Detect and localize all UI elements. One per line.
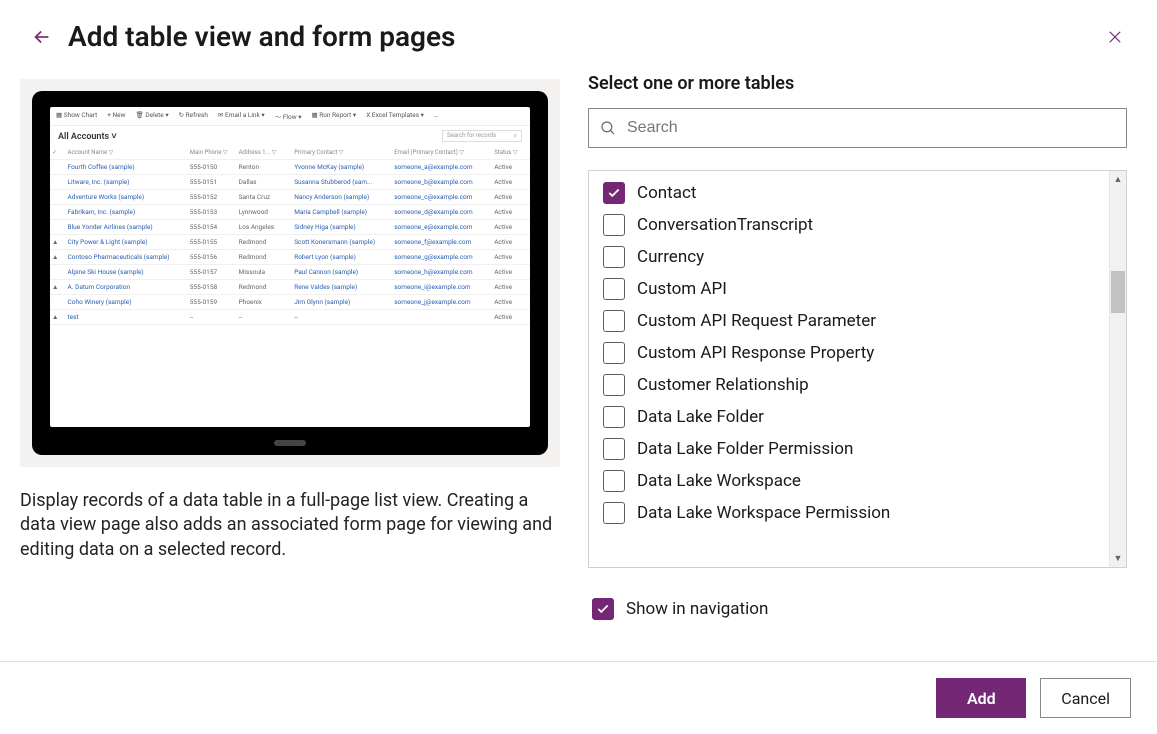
table-item-checkbox[interactable] xyxy=(603,374,625,396)
scroll-thumb[interactable] xyxy=(1111,271,1125,313)
table-item[interactable]: Custom API Response Property xyxy=(589,337,1109,369)
table-item[interactable]: Data Lake Workspace Permission xyxy=(589,497,1109,529)
table-item-checkbox[interactable] xyxy=(603,182,625,204)
table-item-label: Customer Relationship xyxy=(637,375,809,395)
table-item-label: ConversationTranscript xyxy=(637,215,813,235)
scrollbar[interactable]: ▲ ▼ xyxy=(1109,171,1126,567)
table-item-checkbox[interactable] xyxy=(603,470,625,492)
table-item[interactable]: Currency xyxy=(589,241,1109,273)
back-button[interactable] xyxy=(28,23,56,51)
table-item-checkbox[interactable] xyxy=(603,342,625,364)
table-item-label: Contact xyxy=(637,183,696,203)
table-item-label: Currency xyxy=(637,247,704,267)
show-in-navigation-label: Show in navigation xyxy=(626,599,768,619)
table-list: Contact ConversationTranscript Currency Cus… xyxy=(589,171,1109,567)
table-item-label: Custom API Response Property xyxy=(637,343,874,363)
section-label: Select one or more tables xyxy=(588,73,1127,94)
table-item-label: Custom API Request Parameter xyxy=(637,311,876,331)
search-box[interactable] xyxy=(588,108,1127,148)
table-item-checkbox[interactable] xyxy=(603,502,625,524)
search-input[interactable] xyxy=(625,118,1116,138)
table-item-label: Data Lake Workspace xyxy=(637,471,801,491)
table-item-checkbox[interactable] xyxy=(603,214,625,236)
preview-thumbnail: ▦ Show Chart + New 🗑 Delete ▾ ↻ Refresh … xyxy=(20,79,560,467)
table-item-checkbox[interactable] xyxy=(603,406,625,428)
arrow-left-icon xyxy=(31,26,53,48)
show-in-navigation-option[interactable]: Show in navigation xyxy=(588,598,1127,620)
table-item-checkbox[interactable] xyxy=(603,310,625,332)
table-item[interactable]: ConversationTranscript xyxy=(589,209,1109,241)
table-item-label: Data Lake Folder xyxy=(637,407,764,427)
table-item[interactable]: Contact xyxy=(589,177,1109,209)
table-item[interactable]: Custom API Request Parameter xyxy=(589,305,1109,337)
scroll-down-icon[interactable]: ▼ xyxy=(1110,550,1126,567)
checkmark-icon xyxy=(607,186,621,200)
checkmark-icon xyxy=(596,602,610,616)
table-item[interactable]: Data Lake Workspace xyxy=(589,465,1109,497)
cancel-button[interactable]: Cancel xyxy=(1040,678,1131,718)
dialog-title: Add table view and form pages xyxy=(68,20,1101,53)
close-button[interactable] xyxy=(1101,23,1129,51)
close-icon xyxy=(1106,28,1124,46)
table-item-label: Data Lake Folder Permission xyxy=(637,439,853,459)
table-item[interactable]: Customer Relationship xyxy=(589,369,1109,401)
scroll-up-icon[interactable]: ▲ xyxy=(1110,171,1126,188)
search-icon xyxy=(599,119,617,137)
table-item[interactable]: Custom API xyxy=(589,273,1109,305)
table-item-checkbox[interactable] xyxy=(603,438,625,460)
table-item[interactable]: Data Lake Folder xyxy=(589,401,1109,433)
show-in-navigation-checkbox[interactable] xyxy=(592,598,614,620)
table-item[interactable]: Data Lake Folder Permission xyxy=(589,433,1109,465)
description-text: Display records of a data table in a ful… xyxy=(20,489,560,562)
table-item-label: Custom API xyxy=(637,279,727,299)
add-button[interactable]: Add xyxy=(936,678,1026,718)
table-item-checkbox[interactable] xyxy=(603,246,625,268)
table-item-checkbox[interactable] xyxy=(603,278,625,300)
table-item-label: Data Lake Workspace Permission xyxy=(637,503,890,523)
